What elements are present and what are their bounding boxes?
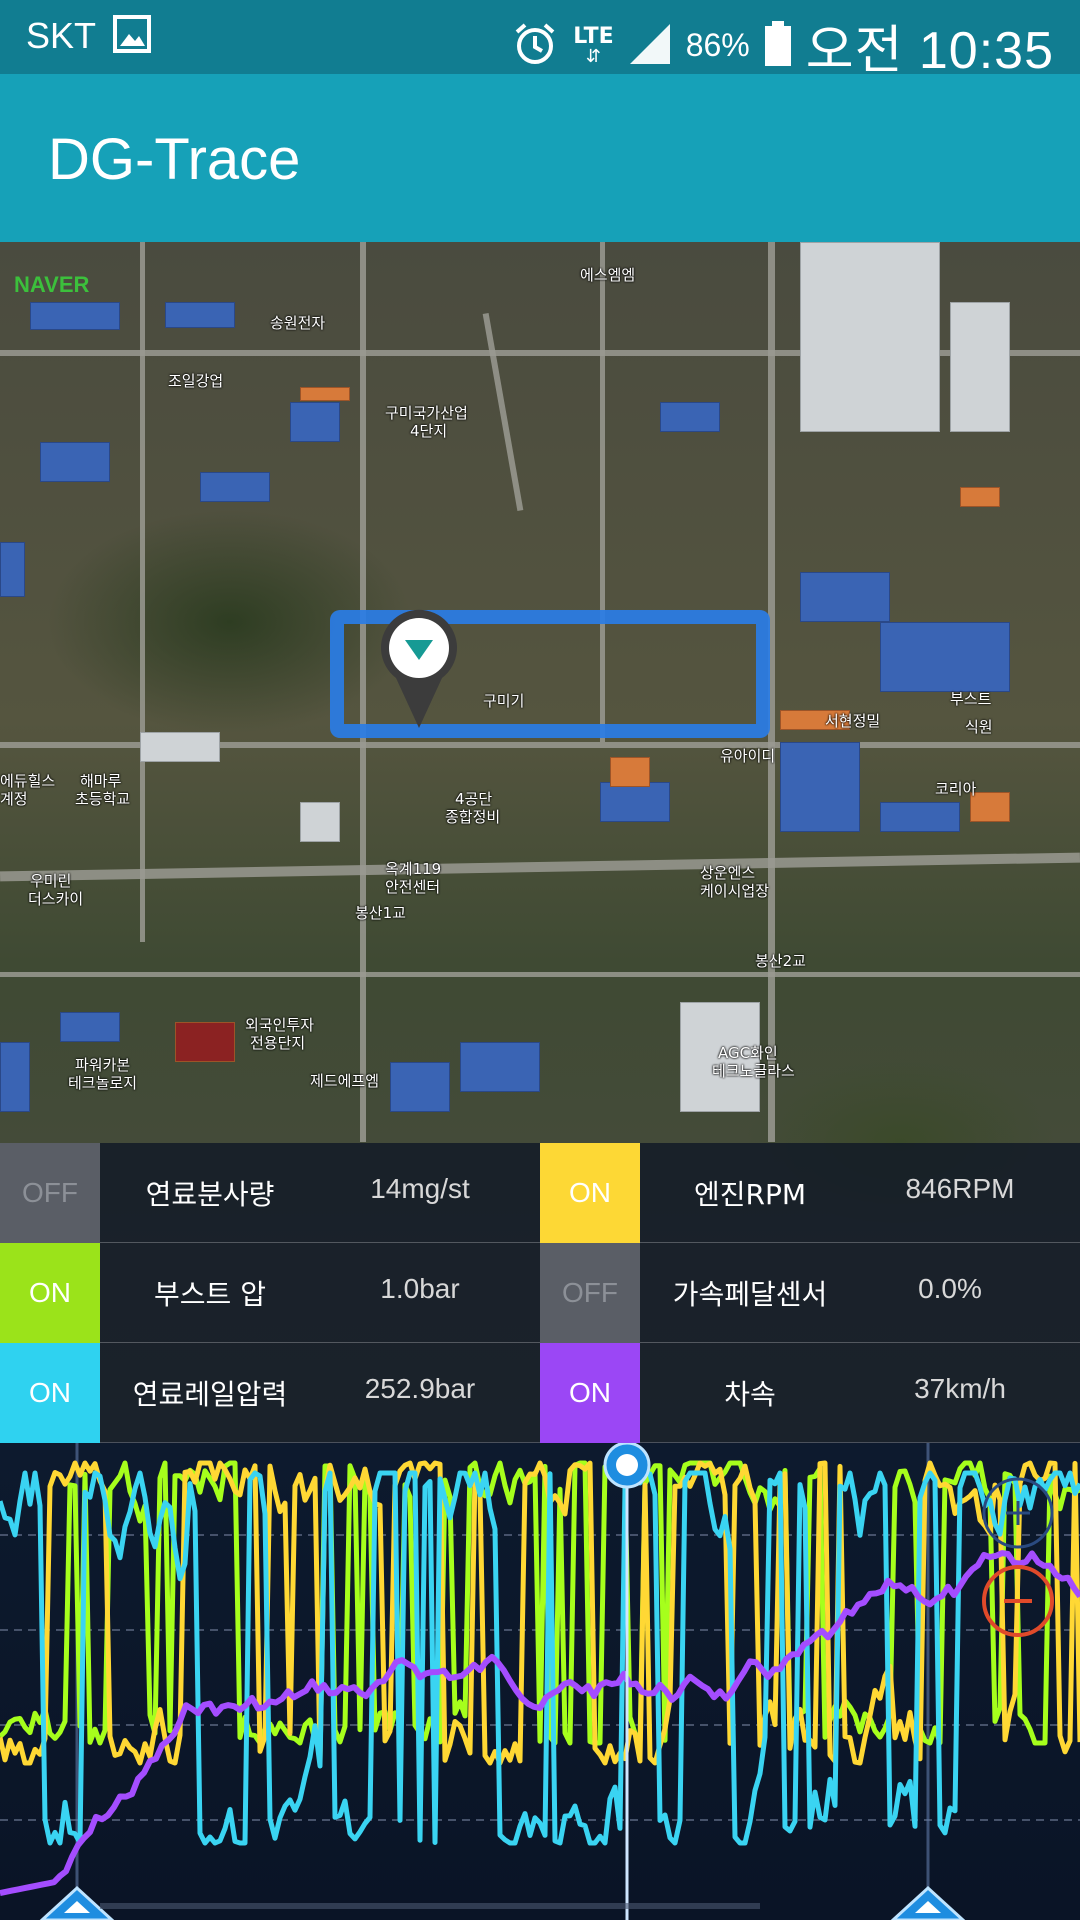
building bbox=[390, 1062, 450, 1112]
sensor-row: ON 연료레일압력 252.9bar ON 차속 37km/h bbox=[0, 1343, 1080, 1443]
building bbox=[290, 402, 340, 442]
map-label: 초등학교 bbox=[75, 790, 131, 808]
trace-lines bbox=[0, 1460, 1080, 1896]
trace-graph[interactable] bbox=[0, 1443, 1080, 1920]
toggle-rail-pressure[interactable]: ON bbox=[0, 1343, 100, 1443]
map-label: 봉산1교 bbox=[355, 904, 406, 922]
building bbox=[800, 242, 940, 432]
map-provider-logo: NAVER bbox=[14, 272, 90, 297]
toggle-vehicle-speed[interactable]: ON bbox=[540, 1343, 640, 1443]
map-label: 제드에프엠 bbox=[310, 1072, 380, 1090]
map-label: 에스엠엠 bbox=[580, 266, 636, 284]
map-label: 테크놀로지 bbox=[68, 1074, 138, 1092]
sensor-name: 엔진RPM bbox=[693, 1178, 807, 1211]
toggle-fuel-injection[interactable]: OFF bbox=[0, 1143, 100, 1243]
map-label: 케이시업장 bbox=[700, 882, 770, 900]
sensor-row: ON 부스트 압 1.0bar OFF 가속페달센서 0.0% bbox=[0, 1243, 1080, 1343]
map-label: 계정 bbox=[0, 790, 28, 808]
sensor-value: 37km/h bbox=[914, 1373, 1006, 1404]
toggle-boost-pressure[interactable]: ON bbox=[0, 1243, 100, 1343]
sensor-value: 846RPM bbox=[905, 1173, 1015, 1204]
building bbox=[175, 1022, 235, 1062]
toggle-engine-rpm[interactable]: ON bbox=[540, 1143, 640, 1243]
map-label: 부스트 bbox=[950, 690, 992, 708]
app-title: DG-Trace bbox=[48, 127, 301, 192]
sensor-name: 연료분사량 bbox=[145, 1178, 275, 1211]
building bbox=[200, 472, 270, 502]
location-pin-icon[interactable] bbox=[376, 600, 462, 730]
map-label: 테크노글라스 bbox=[712, 1062, 795, 1080]
sensor-value: 1.0bar bbox=[380, 1273, 460, 1304]
sensor-panel: OFF 연료분사량 14mg/st ON 엔진RPM 846RPM ON 부스트… bbox=[0, 1143, 1080, 1443]
playhead-handle[interactable] bbox=[603, 1443, 651, 1489]
building bbox=[30, 302, 120, 330]
map-label: 전용단지 bbox=[250, 1034, 306, 1052]
app-screen: SKT LTE ⇵ 86% 오전 10:35 DG-Trace NAVER 송원… bbox=[0, 0, 1080, 1920]
map-label: 코리아 bbox=[935, 780, 977, 798]
sensor-row: OFF 연료분사량 14mg/st ON 엔진RPM 846RPM bbox=[0, 1143, 1080, 1243]
network-label: LTE bbox=[573, 23, 614, 49]
building bbox=[610, 757, 650, 787]
sensor-name: 연료레일압력 bbox=[132, 1378, 288, 1411]
map-label: 송원전자 bbox=[270, 314, 326, 332]
road bbox=[0, 972, 1080, 977]
map-label: 봉산2교 bbox=[755, 952, 806, 970]
road bbox=[482, 312, 524, 512]
sensor-name: 가속페달센서 bbox=[672, 1278, 828, 1311]
battery-percent: 86% bbox=[685, 27, 750, 63]
building bbox=[60, 1012, 120, 1042]
map-label: 더스카이 bbox=[28, 890, 84, 908]
map-label: 조일강업 bbox=[168, 372, 224, 390]
building bbox=[300, 387, 350, 401]
map-label: 안전센터 bbox=[385, 878, 441, 896]
gallery-icon bbox=[112, 14, 152, 58]
building bbox=[0, 542, 25, 597]
building bbox=[40, 442, 110, 482]
building bbox=[140, 732, 220, 762]
building bbox=[960, 487, 1000, 507]
building bbox=[0, 1042, 30, 1112]
carrier-label: SKT bbox=[26, 15, 97, 56]
sensor-name: 차속 bbox=[724, 1378, 776, 1411]
scroll-track[interactable] bbox=[100, 1903, 760, 1909]
building bbox=[780, 742, 860, 832]
status-bar: SKT LTE ⇵ 86% 오전 10:35 bbox=[0, 0, 1080, 80]
building bbox=[880, 802, 960, 832]
clock: 오전 10:35 bbox=[805, 22, 1054, 80]
building bbox=[600, 782, 670, 822]
building bbox=[165, 302, 235, 328]
alarm-icon bbox=[511, 20, 559, 72]
building bbox=[880, 622, 1010, 692]
sensor-name: 부스트 압 bbox=[154, 1278, 266, 1311]
map-label: 서현정밀 bbox=[825, 712, 881, 730]
sensor-value: 252.9bar bbox=[364, 1373, 476, 1404]
road bbox=[140, 242, 145, 942]
toggle-accel-pedal[interactable]: OFF bbox=[540, 1243, 640, 1343]
sensor-value: 14mg/st bbox=[370, 1173, 470, 1204]
building bbox=[460, 1042, 540, 1092]
road bbox=[0, 852, 1080, 882]
building bbox=[800, 572, 890, 622]
sensor-value: 0.0% bbox=[918, 1273, 982, 1304]
signal-icon bbox=[628, 22, 672, 70]
app-bar: DG-Trace bbox=[0, 74, 1080, 242]
map-label: 4단지 bbox=[410, 422, 448, 440]
trace-graph-svg bbox=[0, 1443, 1080, 1920]
building bbox=[660, 402, 720, 432]
range-end-handle[interactable] bbox=[890, 1885, 966, 1920]
building bbox=[950, 302, 1010, 432]
building bbox=[300, 802, 340, 842]
map-label: 유아이디 bbox=[720, 747, 776, 765]
map-label: 식원 bbox=[965, 718, 993, 736]
battery-icon bbox=[764, 20, 792, 71]
map-label: 종합정비 bbox=[445, 808, 501, 826]
lte-icon: LTE ⇵ bbox=[573, 23, 614, 67]
